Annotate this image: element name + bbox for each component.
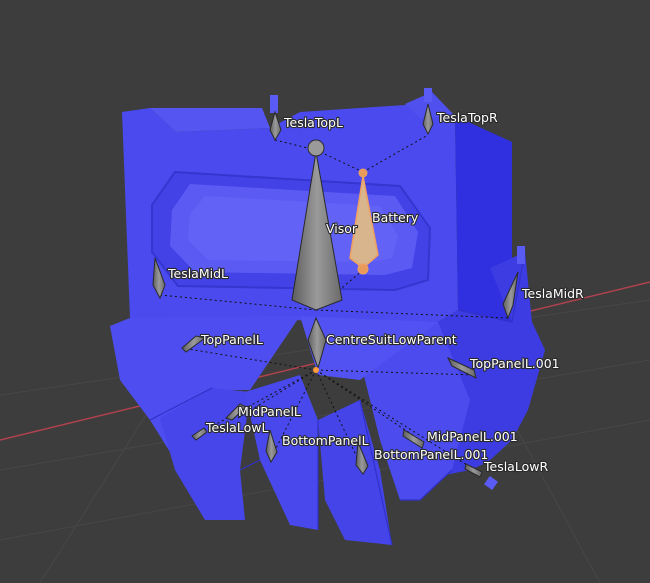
label-tesla-low-r: TeslaLowR <box>483 459 548 474</box>
label-bottom-panel-l-001: BottomPanelL.001 <box>374 447 488 462</box>
label-mid-panel-l: MidPanelL <box>238 404 301 419</box>
label-tesla-top-r: TeslaTopR <box>436 110 498 125</box>
label-top-panel-l: TopPanelL <box>200 332 263 347</box>
label-tesla-top-l: TeslaTopL <box>283 115 343 130</box>
label-top-panel-l-001: TopPanelL.001 <box>469 356 560 371</box>
label-tesla-mid-l: TeslaMidL <box>167 266 228 281</box>
label-battery: Battery <box>372 210 419 225</box>
label-mid-panel-l-001: MidPanelL.001 <box>427 429 518 444</box>
3d-viewport[interactable]: TeslaTopL TeslaTopR Visor Battery TeslaM… <box>0 0 650 583</box>
label-centre-suit-low-parent: CentreSuitLowParent <box>326 332 457 347</box>
label-visor: Visor <box>326 221 358 236</box>
label-bottom-panel-l: BottomPanelL <box>282 433 369 448</box>
label-tesla-mid-r: TeslaMidR <box>521 286 584 301</box>
label-tesla-low-l: TeslaLowL <box>205 420 268 435</box>
viewport-canvas[interactable]: TeslaTopL TeslaTopR Visor Battery TeslaM… <box>0 0 650 583</box>
